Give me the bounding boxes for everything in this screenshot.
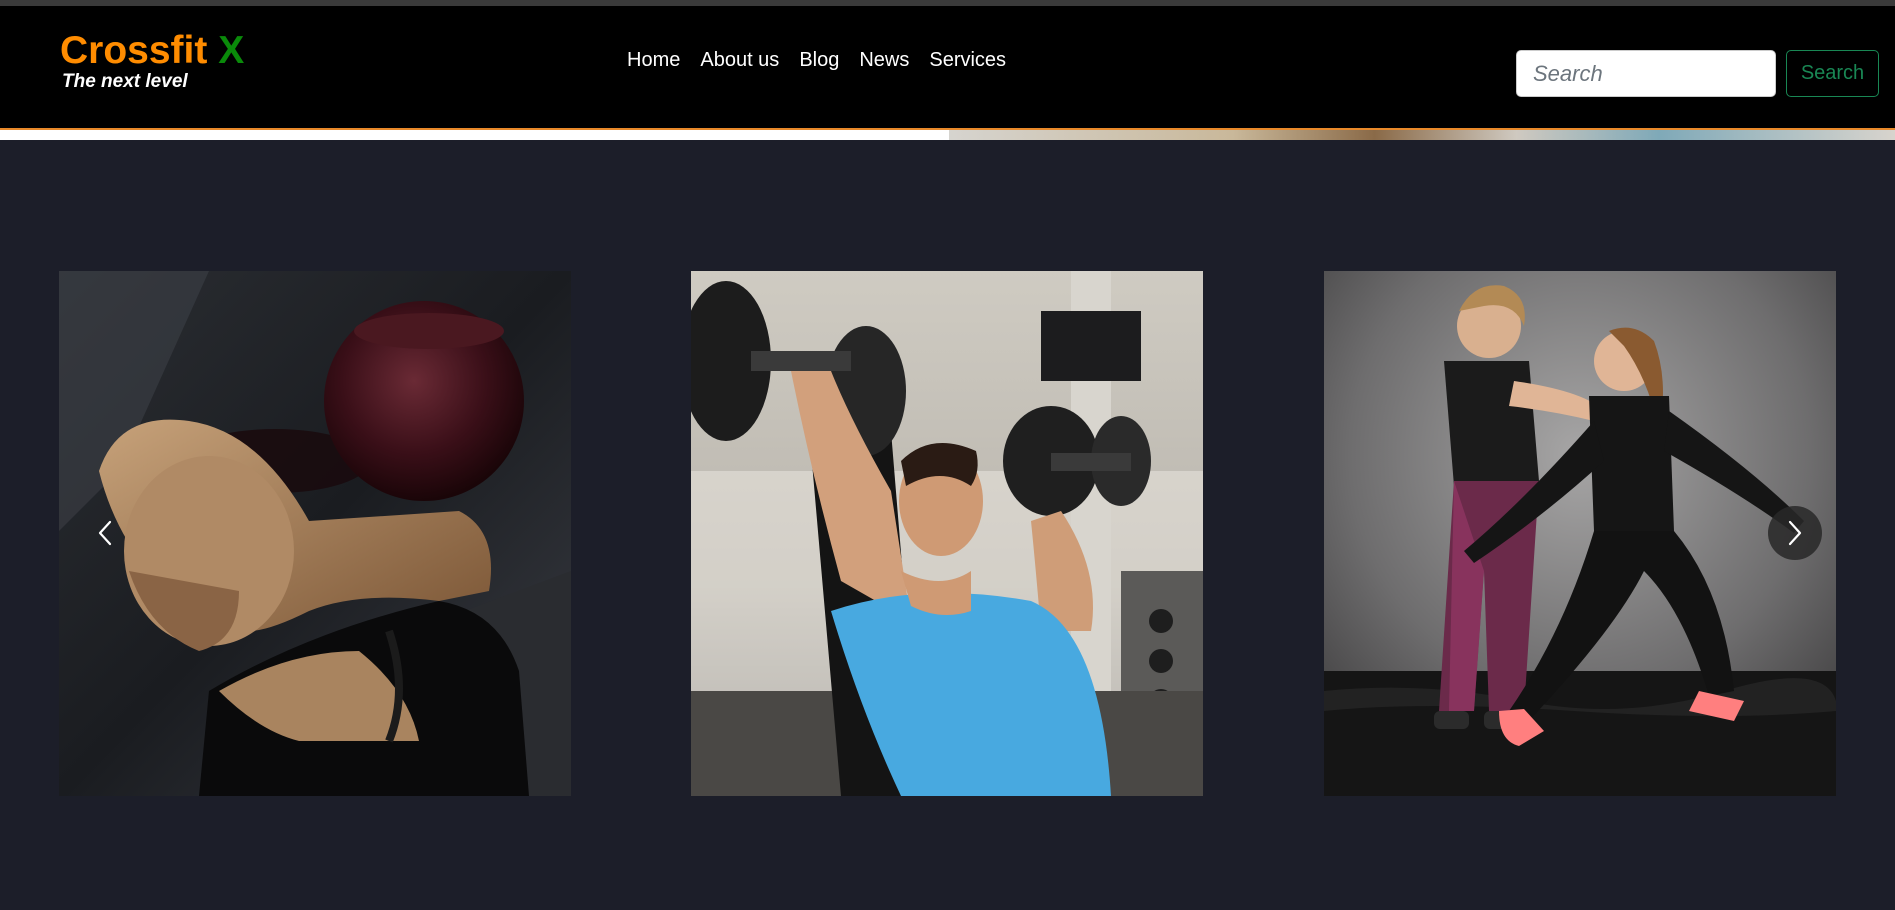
- dumbbell-press-photo: [691, 271, 1203, 796]
- chevron-right-icon: [1788, 520, 1802, 546]
- kettlebell-photo: [59, 271, 571, 796]
- carousel-slide-1: [59, 271, 571, 796]
- hero-image-strip: [0, 130, 1895, 140]
- nav-home[interactable]: Home: [617, 48, 690, 72]
- search-button[interactable]: Search: [1786, 50, 1879, 97]
- nav-about-us[interactable]: About us: [690, 48, 789, 72]
- brand-logo[interactable]: Crossfit X The next level: [60, 28, 244, 93]
- navbar: Crossfit X The next level Home About us …: [0, 6, 1895, 129]
- main-nav: Home About us Blog News Services: [617, 48, 1016, 72]
- nav-services[interactable]: Services: [919, 48, 1016, 72]
- carousel-next-button[interactable]: [1768, 506, 1822, 560]
- carousel-prev-button[interactable]: [78, 506, 132, 560]
- image-carousel: [0, 140, 1895, 910]
- nav-news[interactable]: News: [849, 48, 919, 72]
- personal-training-photo: [1324, 271, 1836, 796]
- carousel-slide-2: [691, 271, 1203, 796]
- chevron-left-icon: [98, 520, 112, 546]
- nav-blog[interactable]: Blog: [789, 48, 849, 72]
- brand-tagline: The next level: [62, 70, 188, 92]
- carousel-slide-3: [1324, 271, 1836, 796]
- search-input[interactable]: [1516, 50, 1776, 97]
- hero-image-fragment: [949, 130, 1895, 140]
- brand-name: Crossfit X: [60, 29, 245, 72]
- brand-accent: X: [218, 29, 245, 72]
